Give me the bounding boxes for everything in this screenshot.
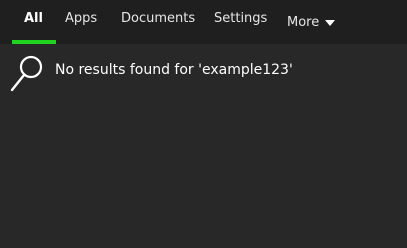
tab-apps[interactable]: Apps [65, 0, 97, 44]
tab-settings[interactable]: Settings [214, 0, 267, 44]
no-results-text: No results found for 'example123' [55, 62, 293, 78]
tab-all[interactable]: All [12, 0, 56, 44]
active-tab-indicator [12, 40, 56, 44]
search-icon [10, 55, 44, 93]
tab-bar: All Apps Documents Settings More [0, 0, 407, 44]
tab-more[interactable]: More [287, 0, 336, 44]
tab-more-label: More [287, 14, 320, 30]
tab-apps-label: Apps [65, 11, 98, 26]
chevron-down-icon [325, 19, 336, 26]
tab-documents[interactable]: Documents [121, 0, 195, 44]
tab-all-label: All [24, 11, 43, 26]
no-results-message: No results found for 'example123' [10, 55, 293, 93]
tab-documents-label: Documents [121, 11, 196, 26]
tab-settings-label: Settings [214, 11, 268, 26]
